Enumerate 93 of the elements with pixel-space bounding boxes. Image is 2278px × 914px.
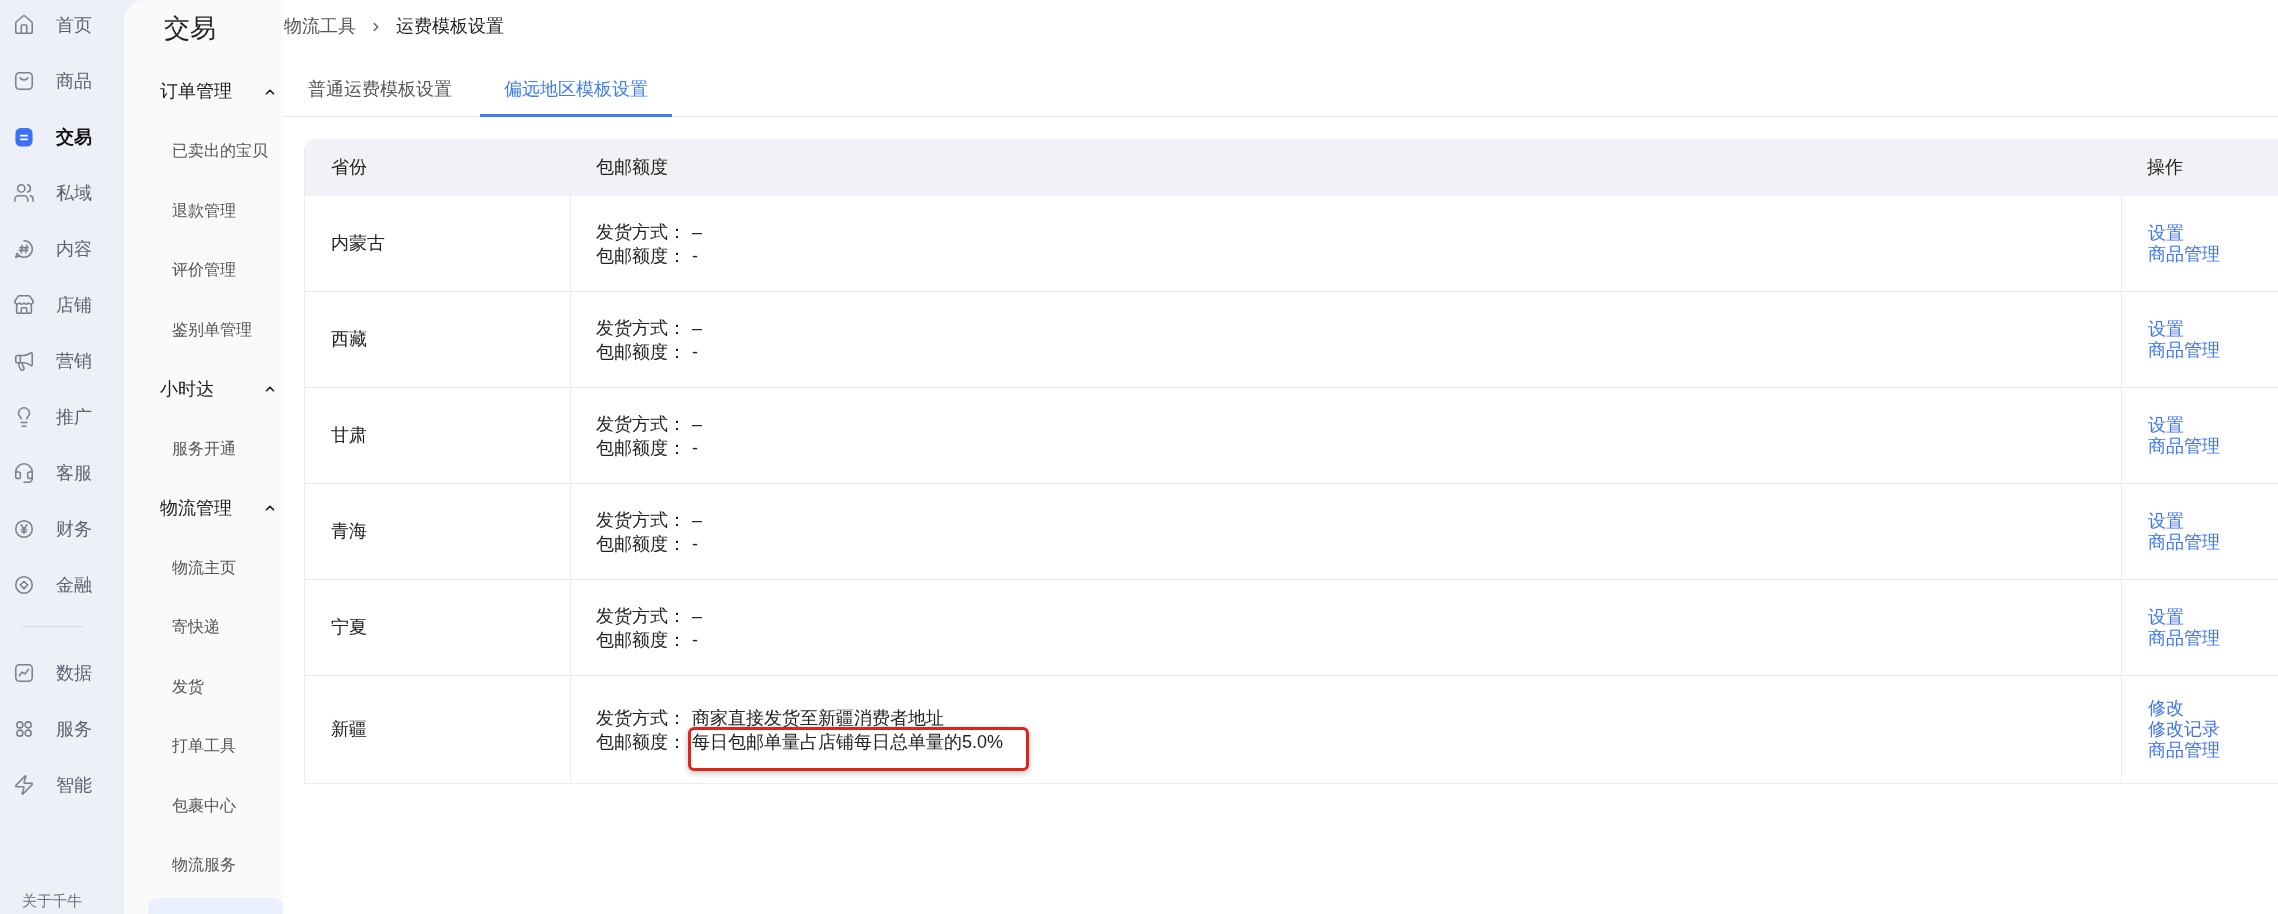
sidebar-nav-item[interactable]: 内容 — [0, 221, 124, 277]
free-shipping-value: - — [692, 437, 698, 458]
nav-group-header[interactable]: 小时达 — [124, 359, 283, 419]
shipping-method-value: – — [692, 316, 702, 340]
province-cell-text: 内蒙古 — [330, 232, 386, 255]
free-shipping-label: 包邮额度： — [596, 730, 686, 754]
tab[interactable]: 偏远地区模板设置 — [480, 53, 672, 117]
sidebar-nav-item[interactable]: 服务 — [0, 701, 124, 757]
nav-item[interactable]: 鉴别单管理 — [124, 300, 283, 360]
shipping-method-label: 发货方式： — [596, 706, 686, 730]
action-link[interactable]: 商品管理 — [2148, 531, 2220, 553]
yen-icon — [13, 518, 35, 540]
free-shipping-label: 包邮额度： — [596, 436, 686, 460]
breadcrumb-link[interactable]: 物流工具 — [284, 13, 356, 40]
free-shipping-value: - — [692, 629, 698, 650]
column-header: 操作 — [2146, 156, 2184, 179]
sidebar-nav-item[interactable]: 客服 — [0, 445, 124, 501]
shipping-method-value: 商家直接发货至新疆消费者地址 — [692, 706, 944, 730]
action-link[interactable]: 设置 — [2148, 606, 2184, 628]
action-link[interactable]: 设置 — [2148, 318, 2184, 340]
nav-item[interactable]: 评价管理 — [124, 240, 283, 300]
free-shipping-value: 每日包邮单量占店铺每日总单量的5.0% — [692, 731, 1004, 752]
free-shipping-value: - — [692, 245, 698, 266]
shipping-method-value: – — [692, 604, 702, 628]
sidebar-nav-item[interactable]: 金融 — [0, 557, 124, 613]
sidebar-nav-item[interactable]: 店铺 — [0, 277, 124, 333]
nav-item[interactable]: 发货 — [124, 657, 283, 717]
action-link[interactable]: 商品管理 — [2148, 627, 2220, 649]
action-link[interactable]: 商品管理 — [2148, 740, 2220, 761]
shipping-method-label: 发货方式： — [596, 604, 686, 628]
action-link[interactable]: 修改记录 — [2148, 719, 2220, 740]
nav-group-header[interactable]: 订单管理 — [124, 62, 283, 122]
about-link[interactable]: 关于千牛 — [0, 891, 124, 914]
four-circles-icon — [13, 718, 35, 740]
sidebar-nav-item[interactable]: 交易 — [0, 109, 124, 165]
shipping-method-value: – — [692, 508, 702, 532]
province-cell-text: 宁夏 — [330, 616, 368, 639]
breadcrumb-current: 运费模板设置 — [396, 15, 504, 38]
sidebar-nav-item[interactable]: 商品 — [0, 53, 124, 109]
free-shipping-value: - — [692, 341, 698, 362]
sidebar-nav-item[interactable]: 智能 — [0, 757, 124, 813]
free-shipping-label: 包邮额度： — [596, 340, 686, 364]
action-link[interactable]: 商品管理 — [2148, 339, 2220, 361]
nav-item[interactable]: 服务开通 — [124, 419, 283, 479]
nav-item[interactable]: 寄快递 — [124, 597, 283, 657]
free-shipping-label: 包邮额度： — [596, 244, 686, 268]
shipping-method-label: 发货方式： — [596, 220, 686, 244]
province-cell-text: 西藏 — [330, 328, 368, 351]
sidebar-nav-item[interactable]: 数据 — [0, 645, 124, 701]
shipping-method-value: – — [692, 220, 702, 244]
action-link[interactable]: 修改 — [2148, 698, 2184, 719]
action-link[interactable]: 商品管理 — [2148, 435, 2220, 457]
tab[interactable]: 普通运费模板设置 — [284, 53, 476, 117]
store-icon — [13, 294, 35, 316]
chart-icon — [13, 662, 35, 684]
megaphone-icon — [13, 350, 35, 372]
province-cell-text: 新疆 — [330, 718, 368, 741]
users-icon — [13, 182, 35, 204]
nav-item[interactable]: 打单工具 — [124, 716, 283, 776]
nav-item[interactable]: 物流服务 — [124, 835, 283, 895]
sidebar-nav-item[interactable]: 推广 — [0, 389, 124, 445]
sidebar-nav-item[interactable]: 营销 — [0, 333, 124, 389]
lightning-icon — [13, 774, 35, 796]
action-link[interactable]: 商品管理 — [2148, 243, 2220, 265]
nav-group-header[interactable]: 物流管理 — [124, 478, 283, 538]
shipping-method-label: 发货方式： — [596, 412, 686, 436]
action-link[interactable]: 设置 — [2148, 510, 2184, 532]
free-shipping-label: 包邮额度： — [596, 532, 686, 556]
free-shipping-label: 包邮额度： — [596, 628, 686, 652]
list-icon — [13, 126, 35, 148]
diamond-circle-icon — [13, 574, 35, 596]
column-header: 省份 — [330, 156, 368, 179]
sidebar-nav-item[interactable]: 财务 — [0, 501, 124, 557]
hash-bubble-icon — [13, 238, 35, 260]
action-link[interactable]: 设置 — [2148, 222, 2184, 244]
bag-icon — [13, 70, 35, 92]
province-cell-text: 甘肃 — [330, 424, 368, 447]
sidebar-nav-item[interactable]: 首页 — [0, 0, 124, 53]
nav-item[interactable]: 已卖出的宝贝 — [124, 121, 283, 181]
column-header: 包邮额度 — [595, 156, 669, 179]
action-link[interactable]: 设置 — [2148, 414, 2184, 436]
shipping-method-label: 发货方式： — [596, 508, 686, 532]
free-shipping-value: - — [692, 533, 698, 554]
sidebar-nav-item[interactable]: 私域 — [0, 165, 124, 221]
nav-item[interactable]: 物流主页 — [124, 538, 283, 598]
home-icon — [13, 14, 35, 36]
shipping-method-value: – — [692, 412, 702, 436]
nav-item[interactable]: 包裹中心 — [124, 776, 283, 836]
section-title: 交易 — [164, 12, 216, 45]
province-cell-text: 青海 — [330, 520, 368, 543]
shipping-method-label: 发货方式： — [596, 316, 686, 340]
headset-icon — [13, 462, 35, 484]
nav-item[interactable]: 退款管理 — [124, 181, 283, 241]
